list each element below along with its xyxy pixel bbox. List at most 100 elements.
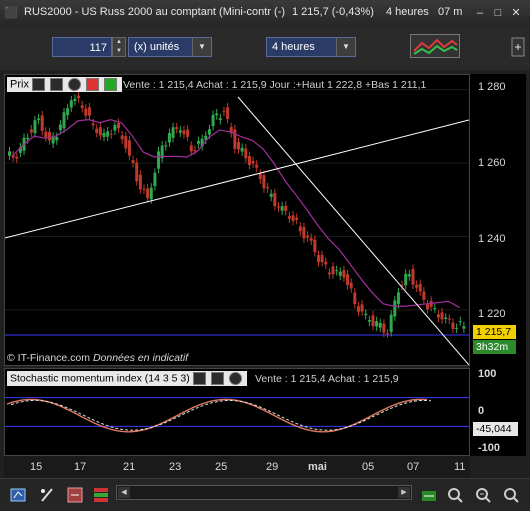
candle xyxy=(258,173,262,180)
period-select[interactable]: 4 heures ▼ xyxy=(266,37,356,57)
scroll-left-icon[interactable]: ◀ xyxy=(118,487,130,498)
candle xyxy=(73,98,77,102)
candle xyxy=(276,206,280,208)
quantity-input[interactable]: 117 xyxy=(52,37,112,57)
maximize-icon[interactable]: □ xyxy=(492,7,504,19)
zoom-out-icon[interactable] xyxy=(502,486,520,504)
time-scrollbar[interactable]: ◀ ▶ xyxy=(116,485,412,500)
y-tick-label: 1 280 xyxy=(478,81,506,93)
crosshair-icon[interactable] xyxy=(446,486,464,504)
candle xyxy=(411,268,415,285)
candle xyxy=(215,113,219,116)
time-label: 07 m xyxy=(438,6,463,18)
stoch-line xyxy=(6,398,428,433)
candle xyxy=(364,313,368,316)
candle xyxy=(346,274,350,286)
candle xyxy=(218,118,222,121)
layout-icon[interactable] xyxy=(92,486,110,504)
candle xyxy=(167,132,171,143)
candle xyxy=(382,323,386,333)
candle xyxy=(378,322,382,328)
candle xyxy=(62,112,66,129)
close-icon[interactable] xyxy=(68,78,82,91)
candle xyxy=(127,140,131,156)
candle xyxy=(247,156,251,166)
units-value: (x) unités xyxy=(134,41,180,53)
candle xyxy=(47,131,51,141)
stoch-header: Stochastic momentum index (14 3 5 3) xyxy=(7,371,247,386)
price-tag: 1 215,7 xyxy=(473,325,516,339)
candle xyxy=(360,304,364,312)
candle xyxy=(8,151,11,156)
candle xyxy=(306,235,310,238)
candle xyxy=(178,130,182,133)
candle xyxy=(331,266,335,275)
price-chart-panel[interactable]: Prix Vente : 1 215,4 Achat : 1 215,9 Jou… xyxy=(4,74,470,366)
candle xyxy=(356,306,360,312)
candle xyxy=(447,318,451,320)
zoom-in-icon[interactable] xyxy=(474,486,492,504)
candle xyxy=(367,320,371,322)
quantity-stepper[interactable]: ▲ ▼ xyxy=(112,37,126,57)
candle xyxy=(40,115,44,131)
window-menu-icon[interactable]: ⬛ xyxy=(4,7,18,19)
candle xyxy=(102,133,106,137)
candle xyxy=(444,317,448,319)
candle xyxy=(29,129,33,133)
buy-icon[interactable] xyxy=(104,78,118,91)
candle xyxy=(15,156,19,159)
candle xyxy=(233,129,237,149)
candle xyxy=(135,162,139,182)
price-chart[interactable] xyxy=(5,75,469,365)
wrench-icon[interactable] xyxy=(32,78,46,91)
candle xyxy=(309,237,313,241)
price-change: 1 215,7 (-0,43%) xyxy=(292,6,374,18)
indicator-icon[interactable] xyxy=(66,486,84,504)
window-icon[interactable] xyxy=(50,78,64,91)
x-tick-label: 21 xyxy=(123,461,136,473)
chart-type-button[interactable] xyxy=(410,34,460,58)
time-axis[interactable]: 15 17 21 23 25 29 mai 05 07 11 xyxy=(4,456,470,478)
candle xyxy=(393,300,397,317)
sell-icon[interactable] xyxy=(86,78,100,91)
export-icon[interactable] xyxy=(10,486,28,504)
candle xyxy=(273,193,277,207)
candle xyxy=(426,304,430,310)
candle xyxy=(33,120,37,134)
y-tick-label: 1 260 xyxy=(478,157,506,169)
candle xyxy=(138,174,142,190)
candle xyxy=(69,100,73,108)
minimize-icon[interactable]: – xyxy=(474,7,486,19)
title-bar: ⬛ RUS2000 - US Russ 2000 au comptant (Mi… xyxy=(0,0,530,27)
candle xyxy=(316,255,320,263)
close-window-icon[interactable]: ✕ xyxy=(510,7,522,19)
y-tick-label: 0 xyxy=(478,405,485,417)
candle xyxy=(95,128,99,134)
candle xyxy=(396,292,400,305)
draw-tool-icon[interactable] xyxy=(38,486,56,504)
candle xyxy=(244,148,248,159)
window-icon[interactable] xyxy=(210,372,224,385)
zoom-fit-icon[interactable] xyxy=(420,486,438,504)
close-icon[interactable] xyxy=(228,372,242,385)
candle xyxy=(327,272,331,275)
x-tick-label: 07 xyxy=(407,461,420,473)
candle xyxy=(157,151,161,169)
candle xyxy=(462,326,466,329)
candle xyxy=(58,124,62,131)
candle xyxy=(113,125,117,131)
candle xyxy=(371,315,375,327)
candle xyxy=(291,215,295,222)
y-tick-label: 1 240 xyxy=(478,233,506,245)
candle xyxy=(295,217,299,220)
candle xyxy=(451,322,455,329)
stochastic-panel[interactable]: Stochastic momentum index (14 3 5 3) Ven… xyxy=(4,368,470,456)
x-tick-label: 25 xyxy=(215,461,228,473)
scroll-right-icon[interactable]: ▶ xyxy=(398,487,410,498)
toolbar: 117 ▲ ▼ (x) unités ▼ 4 heures ▼ xyxy=(0,26,530,70)
panel-toggle-icon[interactable] xyxy=(510,34,526,60)
price-axis[interactable]: 1 280 1 260 1 240 1 220 1 215,7 3h32m 10… xyxy=(470,74,526,456)
units-select[interactable]: (x) unités ▼ xyxy=(128,37,212,57)
candle xyxy=(153,172,157,187)
wrench-icon[interactable] xyxy=(192,372,206,385)
